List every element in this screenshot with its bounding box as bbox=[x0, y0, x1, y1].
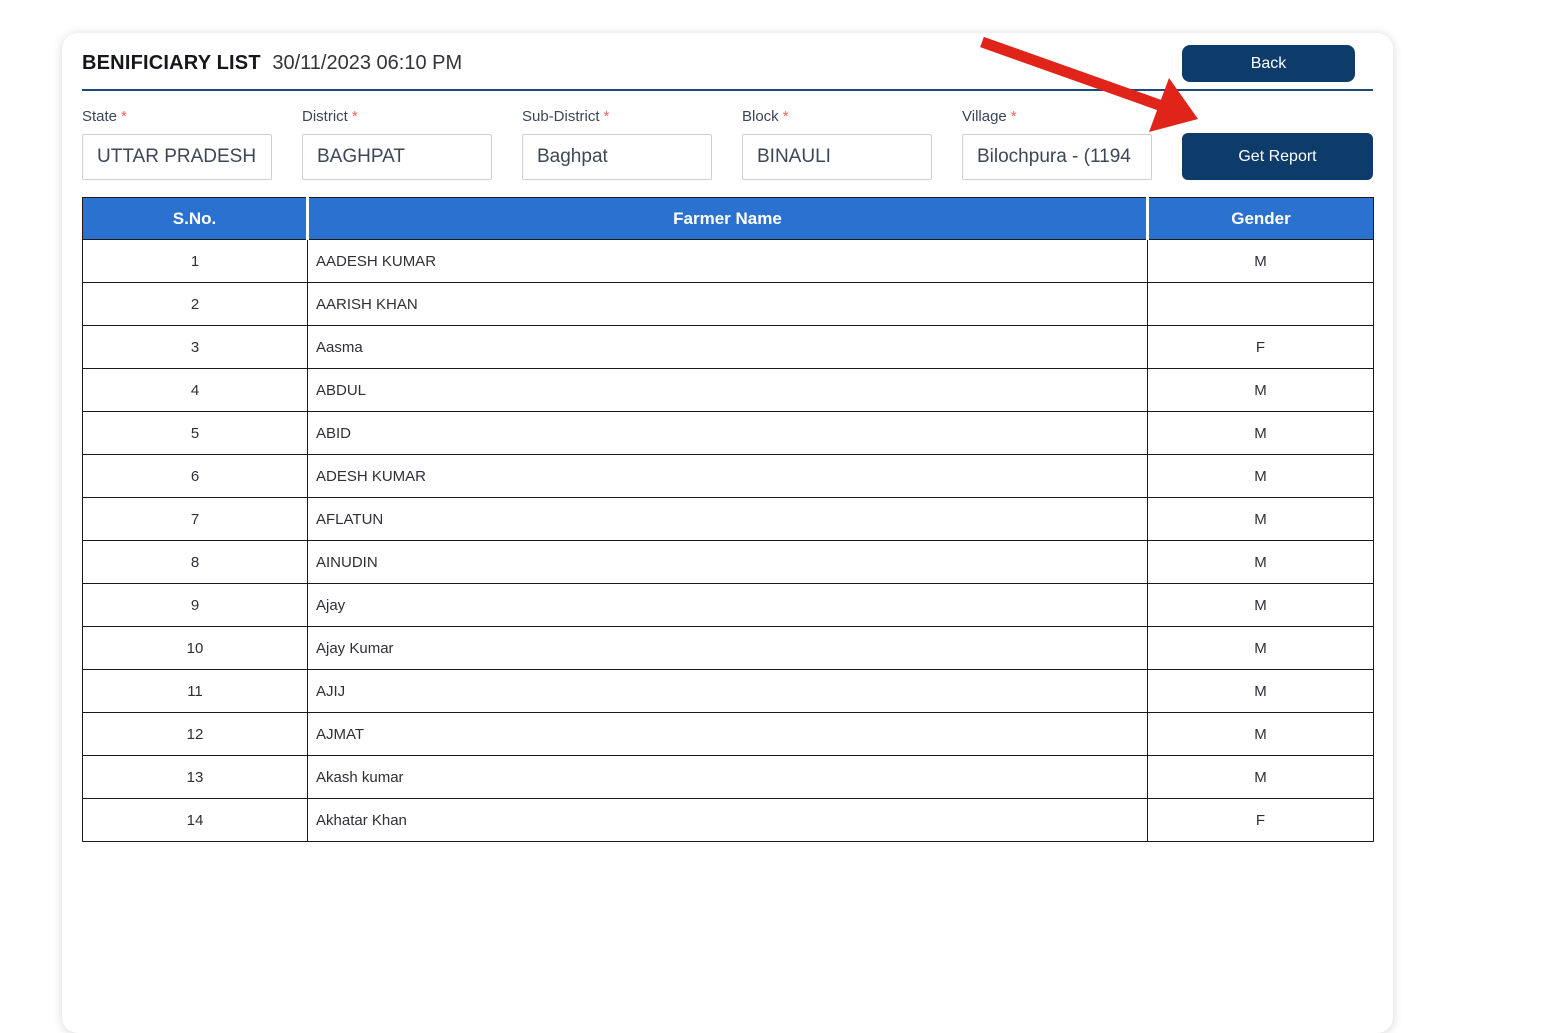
table-row[interactable]: 3 Aasma F bbox=[83, 326, 1374, 369]
cell-farmer-name: Akhatar Khan bbox=[308, 799, 1148, 842]
cell-gender bbox=[1148, 283, 1374, 326]
page-title: BENIFICIARY LIST 30/11/2023 06:10 PM bbox=[82, 52, 462, 75]
table-row[interactable]: 10 Ajay Kumar M bbox=[83, 627, 1374, 670]
table-row[interactable]: 14 Akhatar Khan F bbox=[83, 799, 1374, 842]
cell-gender: M bbox=[1148, 412, 1374, 455]
table-row[interactable]: 1 AADESH KUMAR M bbox=[83, 240, 1374, 283]
page-title-datetime: 30/11/2023 06:10 PM bbox=[272, 52, 462, 74]
cell-farmer-name: AADESH KUMAR bbox=[308, 240, 1148, 283]
table-row[interactable]: 8 AINUDIN M bbox=[83, 541, 1374, 584]
cell-farmer-name: ABID bbox=[308, 412, 1148, 455]
page-title-text: BENIFICIARY LIST bbox=[82, 52, 261, 74]
table-row[interactable]: 9 Ajay M bbox=[83, 584, 1374, 627]
filter-row: State* District* Sub-District* Block* Vi… bbox=[82, 108, 1373, 180]
column-header-gender: Gender bbox=[1148, 198, 1374, 240]
cell-farmer-name: AJIJ bbox=[308, 670, 1148, 713]
cell-gender: M bbox=[1148, 498, 1374, 541]
cell-farmer-name: AARISH KHAN bbox=[308, 283, 1148, 326]
cell-gender: M bbox=[1148, 240, 1374, 283]
cell-sno: 1 bbox=[83, 240, 308, 283]
filter-sub-district: Sub-District* bbox=[522, 108, 712, 180]
cell-gender: M bbox=[1148, 455, 1374, 498]
cell-gender: M bbox=[1148, 713, 1374, 756]
filter-state: State* bbox=[82, 108, 272, 180]
table-row[interactable]: 6 ADESH KUMAR M bbox=[83, 455, 1374, 498]
district-label: District* bbox=[302, 108, 492, 125]
cell-farmer-name: AJMAT bbox=[308, 713, 1148, 756]
sub-district-input[interactable] bbox=[522, 134, 712, 180]
cell-sno: 7 bbox=[83, 498, 308, 541]
required-asterisk: * bbox=[121, 108, 127, 125]
cell-sno: 9 bbox=[83, 584, 308, 627]
state-label: State* bbox=[82, 108, 272, 125]
cell-farmer-name: AINUDIN bbox=[308, 541, 1148, 584]
block-input[interactable] bbox=[742, 134, 932, 180]
column-header-farmer-name: Farmer Name bbox=[308, 198, 1148, 240]
cell-sno: 3 bbox=[83, 326, 308, 369]
cell-sno: 6 bbox=[83, 455, 308, 498]
filter-block: Block* bbox=[742, 108, 932, 180]
cell-farmer-name: Ajay Kumar bbox=[308, 627, 1148, 670]
cell-gender: M bbox=[1148, 670, 1374, 713]
cell-farmer-name: Akash kumar bbox=[308, 756, 1148, 799]
cell-gender: M bbox=[1148, 584, 1374, 627]
table-body: 1 AADESH KUMAR M 2 AARISH KHAN 3 Aasma F… bbox=[83, 240, 1374, 842]
cell-gender: M bbox=[1148, 627, 1374, 670]
village-input[interactable] bbox=[962, 134, 1152, 180]
district-input[interactable] bbox=[302, 134, 492, 180]
get-report-button[interactable]: Get Report bbox=[1182, 133, 1373, 180]
cell-sno: 12 bbox=[83, 713, 308, 756]
cell-farmer-name: Aasma bbox=[308, 326, 1148, 369]
cell-sno: 8 bbox=[83, 541, 308, 584]
cell-sno: 5 bbox=[83, 412, 308, 455]
table-row[interactable]: 11 AJIJ M bbox=[83, 670, 1374, 713]
cell-sno: 11 bbox=[83, 670, 308, 713]
required-asterisk: * bbox=[783, 108, 789, 125]
table-row[interactable]: 2 AARISH KHAN bbox=[83, 283, 1374, 326]
back-button[interactable]: Back bbox=[1182, 45, 1355, 82]
table-row[interactable]: 5 ABID M bbox=[83, 412, 1374, 455]
cell-farmer-name: ADESH KUMAR bbox=[308, 455, 1148, 498]
required-asterisk: * bbox=[1011, 108, 1017, 125]
table-row[interactable]: 13 Akash kumar M bbox=[83, 756, 1374, 799]
cell-farmer-name: Ajay bbox=[308, 584, 1148, 627]
required-asterisk: * bbox=[604, 108, 610, 125]
village-label: Village* bbox=[962, 108, 1152, 125]
cell-gender: M bbox=[1148, 756, 1374, 799]
table-row[interactable]: 12 AJMAT M bbox=[83, 713, 1374, 756]
required-asterisk: * bbox=[352, 108, 358, 125]
table-row[interactable]: 7 AFLATUN M bbox=[83, 498, 1374, 541]
state-input[interactable] bbox=[82, 134, 272, 180]
table-header-row: S.No. Farmer Name Gender bbox=[83, 198, 1374, 240]
cell-gender: M bbox=[1148, 541, 1374, 584]
cell-sno: 14 bbox=[83, 799, 308, 842]
table-row[interactable]: 4 ABDUL M bbox=[83, 369, 1374, 412]
block-label: Block* bbox=[742, 108, 932, 125]
cell-gender: F bbox=[1148, 326, 1374, 369]
cell-farmer-name: AFLATUN bbox=[308, 498, 1148, 541]
cell-sno: 10 bbox=[83, 627, 308, 670]
filter-village: Village* bbox=[962, 108, 1152, 180]
filter-district: District* bbox=[302, 108, 492, 180]
beneficiary-table: S.No. Farmer Name Gender 1 AADESH KUMAR … bbox=[82, 197, 1374, 842]
sub-district-label: Sub-District* bbox=[522, 108, 712, 125]
cell-sno: 2 bbox=[83, 283, 308, 326]
beneficiary-list-card: BENIFICIARY LIST 30/11/2023 06:10 PM Bac… bbox=[62, 33, 1393, 1033]
cell-gender: F bbox=[1148, 799, 1374, 842]
cell-sno: 4 bbox=[83, 369, 308, 412]
title-row: BENIFICIARY LIST 30/11/2023 06:10 PM Bac… bbox=[82, 33, 1373, 83]
column-header-sno: S.No. bbox=[83, 198, 308, 240]
cell-farmer-name: ABDUL bbox=[308, 369, 1148, 412]
cell-sno: 13 bbox=[83, 756, 308, 799]
title-divider bbox=[82, 89, 1373, 91]
cell-gender: M bbox=[1148, 369, 1374, 412]
